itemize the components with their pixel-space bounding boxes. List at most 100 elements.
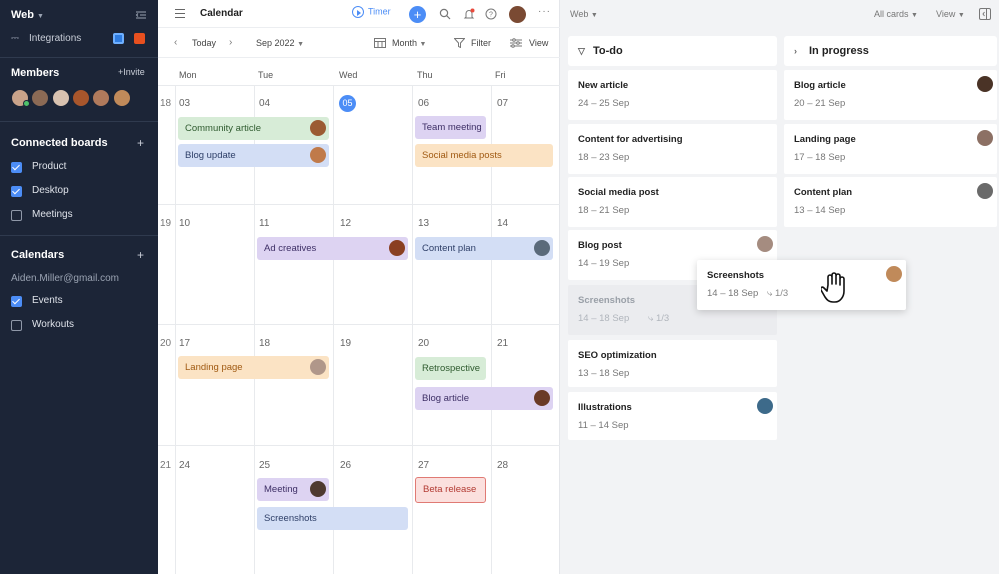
avatar[interactable] [113,89,131,107]
panel-toggle-icon[interactable] [979,8,991,20]
more-options-icon[interactable]: ··· [538,6,551,17]
card-dates: 14 – 18 Sep [578,313,630,324]
avatar[interactable] [52,89,70,107]
date-number[interactable]: 04 [259,98,270,109]
date-number[interactable]: 12 [340,218,351,229]
board-card[interactable]: Illustrations 11 – 14 Sep [568,392,777,440]
checkbox-product[interactable] [11,162,22,173]
board-label-product: Product [32,161,67,172]
week-number: 19 [160,218,172,229]
board-workspace-selector[interactable]: Web ▼ [570,9,598,19]
today-button[interactable]: Today [192,38,216,48]
chevron-down-icon: ▼ [911,12,918,19]
subtask-counter: ⤷ 1/3 [648,313,669,324]
date-number[interactable]: 24 [179,460,190,471]
view-mode-selector[interactable]: Month ▼ [392,38,426,48]
board-card[interactable]: Blog article 20 – 21 Sep [784,70,997,120]
grid-line [333,85,334,574]
date-number[interactable]: 28 [497,460,508,471]
checkbox-workouts[interactable] [11,320,22,331]
date-number[interactable]: 10 [179,218,190,229]
date-number[interactable]: 21 [497,338,508,349]
month-selector[interactable]: Sep 2022 ▼ [256,38,304,48]
filter-button[interactable]: Filter [471,38,491,48]
board-card[interactable]: Landing page 17 – 18 Sep [784,124,997,174]
checkbox-events[interactable] [11,296,22,307]
card-title: Blog article [794,80,846,91]
event-label: Community article [185,123,262,134]
date-number[interactable]: 27 [418,460,429,471]
avatar[interactable] [92,89,110,107]
chevron-left-icon[interactable]: ‹ [174,37,177,48]
board-card[interactable]: SEO optimization 13 – 18 Sep [568,340,777,387]
board-card[interactable]: Content for advertising 18 – 23 Sep [568,124,777,174]
add-board-button[interactable]: + [137,136,144,150]
date-number[interactable]: 25 [259,460,270,471]
calendar-event[interactable]: Screenshots [257,507,408,530]
office-icon[interactable] [134,33,145,44]
checkbox-meetings[interactable] [11,210,22,221]
avatar[interactable] [72,89,90,107]
chevron-right-icon[interactable]: › [229,37,232,48]
user-avatar[interactable] [509,6,526,23]
card-dates: 24 – 25 Sep [578,98,630,109]
invite-button[interactable]: +Invite [118,67,145,77]
column-header-in-progress[interactable]: › In progress [784,36,997,66]
checkbox-desktop[interactable] [11,186,22,197]
avatar[interactable] [31,89,49,107]
add-button[interactable]: + [409,6,426,23]
day-header: Fri [495,70,506,80]
calendar-event[interactable]: Social media posts [415,144,553,167]
card-dates: 13 – 18 Sep [578,368,630,379]
board-card[interactable]: Content plan 13 – 14 Sep [784,177,997,227]
date-number[interactable]: 18 [259,338,270,349]
integrations-link[interactable]: ⎓ Integrations [11,33,81,44]
search-icon[interactable] [439,8,451,20]
avatar [757,236,773,252]
bell-icon[interactable] [463,8,475,20]
google-calendar-icon[interactable] [113,33,124,44]
calendar-event[interactable]: Retrospective [415,357,486,380]
chevron-down-icon: ▽ [578,46,585,56]
avatar [977,130,993,146]
calendar-event[interactable]: Community article [178,117,329,140]
event-label: Screenshots [264,513,317,524]
timer-button[interactable]: Timer [352,6,391,18]
column-header-todo[interactable]: ▽ To-do [568,36,777,66]
calendar-event[interactable]: Ad creatives [257,237,408,260]
board-card[interactable]: New article 24 – 25 Sep [568,70,777,120]
calendar-event[interactable]: Content plan [415,237,553,260]
all-cards-filter[interactable]: All cards ▼ [874,9,918,19]
workspace-selector[interactable]: Web ▼ [11,9,44,21]
board-view-selector[interactable]: View ▼ [936,9,965,19]
collapse-sidebar-icon[interactable] [135,9,147,21]
date-number[interactable]: 26 [340,460,351,471]
calendar-event[interactable]: Blog update [178,144,329,167]
date-number[interactable]: 06 [418,98,429,109]
date-number[interactable]: 07 [497,98,508,109]
calendar-account-email: Aiden.Miller@gmail.com [11,273,119,284]
calendar-event[interactable]: Landing page [178,356,329,379]
event-label: Meeting [264,484,298,495]
calendar-event[interactable]: Meeting [257,478,329,501]
event-label: Content plan [422,243,476,254]
day-header: Tue [258,70,274,80]
calendar-event[interactable]: Blog article [415,387,553,410]
date-number[interactable]: 13 [418,218,429,229]
menu-icon[interactable] [175,9,185,21]
help-icon[interactable]: ? [485,8,497,20]
calendar-event[interactable]: Team meeting [415,116,486,139]
date-number[interactable]: 20 [418,338,429,349]
date-number[interactable]: 11 [259,218,269,229]
date-number[interactable]: 19 [340,338,351,349]
chevron-right-icon: › [794,46,797,56]
board-card[interactable]: Social media post 18 – 21 Sep [568,177,777,227]
calendar-event[interactable]: Beta release [415,477,486,503]
date-number[interactable]: 03 [179,98,190,109]
view-button[interactable]: View [529,38,548,48]
date-number[interactable]: 17 [179,338,190,349]
dragging-card[interactable]: Screenshots 14 – 18 Sep ⤷ 1/3 [697,260,906,310]
date-number[interactable]: 14 [497,218,508,229]
today-date-number[interactable]: 05 [339,95,356,112]
add-calendar-button[interactable]: + [137,248,144,262]
